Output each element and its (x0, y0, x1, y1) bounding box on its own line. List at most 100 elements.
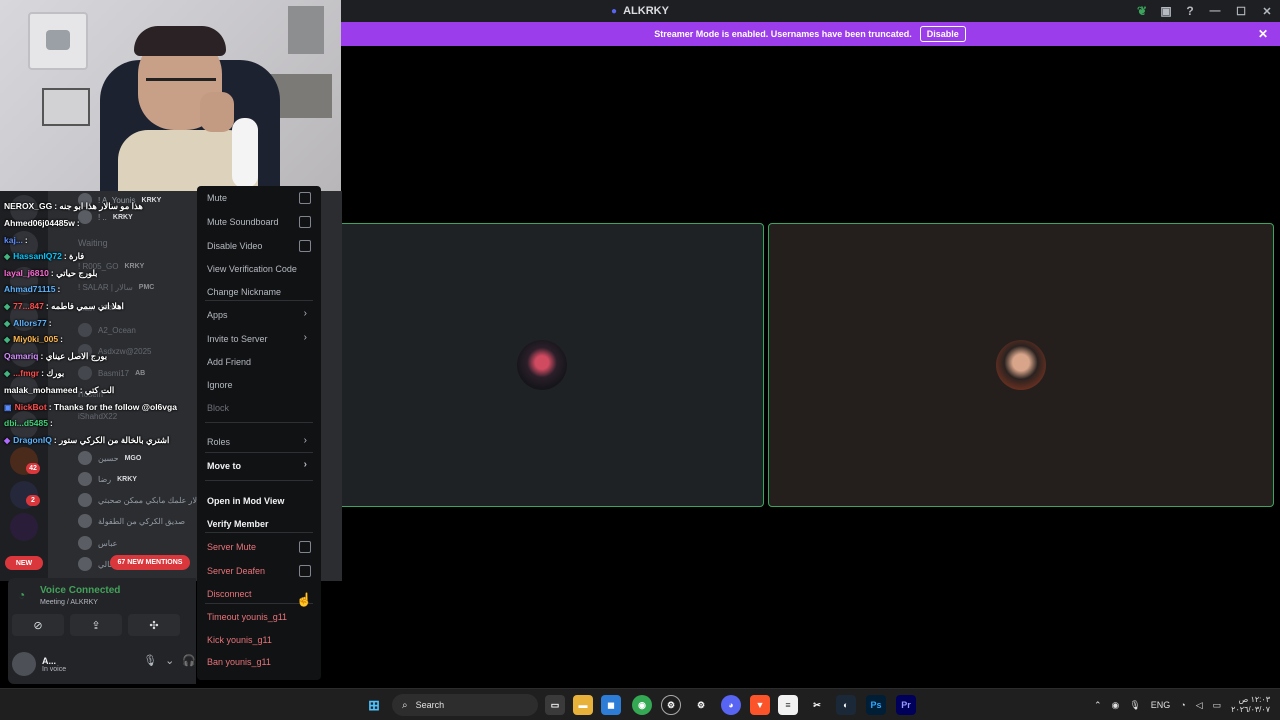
brave-icon[interactable]: ▼ (750, 695, 770, 715)
wifi-icon[interactable]: ◔ (1180, 700, 1185, 710)
settings-icon[interactable]: ⚙ (691, 695, 711, 715)
checkbox[interactable] (299, 192, 311, 204)
voice-member[interactable]: سالار علمك مابكي ممكن صحبتي (78, 491, 206, 509)
share-screen-icon[interactable]: ⇪ (70, 614, 122, 636)
help-icon[interactable]: ? (1178, 0, 1202, 22)
task-view-icon[interactable]: ▭ (545, 695, 565, 715)
wall-frame (42, 88, 90, 126)
language-indicator[interactable]: ENG (1151, 700, 1171, 710)
chat-message: Qamariq: بورج الاصل عيناي (4, 351, 108, 361)
clock[interactable]: ١٢:٠٣ ص ٢٠٢٦/٠٣/٠٧ (1231, 695, 1270, 715)
menu-item-mute-soundboard[interactable]: Mute Soundboard (197, 212, 321, 232)
voice-member[interactable]: حسين MGO (78, 449, 141, 467)
taskbar-search[interactable]: ⌕ Search (392, 694, 538, 716)
avatar (78, 514, 92, 528)
participant-tile[interactable] (768, 223, 1274, 507)
voice-member[interactable]: Basmi17 AB (78, 364, 145, 382)
participant-tile[interactable] (320, 223, 764, 507)
capcut-icon[interactable]: ✂ (807, 695, 827, 715)
menu-item-server-deafen[interactable]: Server Deafen (197, 561, 321, 581)
microphone (232, 118, 258, 188)
menu-item-ignore[interactable]: Ignore (197, 375, 321, 395)
volume-icon[interactable]: ◁ (1196, 700, 1203, 711)
file-explorer-icon[interactable]: ▬ (573, 695, 593, 715)
notice-close-icon[interactable]: ✕ (1258, 27, 1268, 41)
menu-item-timeout[interactable]: Timeout younis_g11 (197, 607, 321, 627)
menu-item-roles[interactable]: Roles › (197, 432, 321, 452)
menu-item-ban[interactable]: Ban younis_g11 (197, 652, 321, 672)
headphones-icon[interactable]: 🎧 (182, 654, 196, 667)
streamer-hand (200, 92, 234, 132)
photoshop-icon[interactable]: Ps (866, 695, 886, 715)
silver-play-button-plaque (28, 12, 88, 70)
camera-off-icon[interactable]: ⊘ (12, 614, 64, 636)
voice-member[interactable]: رضا KRKY (78, 470, 137, 488)
notepad-icon[interactable]: ≡ (778, 695, 798, 715)
voice-member[interactable]: Waiting (78, 234, 108, 252)
chevron-right-icon: › (303, 308, 307, 319)
chevron-up-icon[interactable]: ⌃ (1094, 700, 1102, 711)
streamer-glasses (146, 78, 216, 94)
menu-item-mute[interactable]: Mute (197, 188, 321, 208)
diamond-icon: ◆ (4, 436, 11, 445)
menu-item-change-nickname[interactable]: Change Nickname (197, 282, 321, 302)
wall-frame (288, 6, 324, 54)
disable-streamer-mode-button[interactable]: Disable (919, 26, 966, 42)
menu-divider (205, 452, 313, 453)
menu-item-disable-video[interactable]: Disable Video (197, 236, 321, 256)
voice-actions: ⊘ ⇪ ✣ (12, 614, 180, 636)
steam-icon[interactable]: ◐ (836, 695, 856, 715)
menu-item-add-friend[interactable]: Add Friend (197, 352, 321, 372)
new-mentions-button[interactable]: 67 NEW MENTIONS (110, 555, 190, 570)
signal-icon[interactable]: ◔ (18, 588, 25, 602)
chat-message: Ahmad71115: (4, 284, 61, 294)
tray-app-icon[interactable]: ◉ (1111, 700, 1119, 711)
checkbox[interactable] (299, 565, 311, 577)
menu-item-invite-to-server[interactable]: Invite to Server › (197, 329, 321, 349)
menu-item-server-mute[interactable]: Server Mute (197, 537, 321, 557)
microphone-icon[interactable]: 🎙 (143, 654, 157, 667)
steam-icon[interactable]: ⚙ (661, 695, 681, 715)
mention-badge: 2 (26, 495, 40, 506)
premiere-icon[interactable]: Pr (896, 695, 916, 715)
avatar (78, 472, 92, 486)
menu-item-move-to[interactable]: Move to › (197, 456, 321, 476)
menu-item-block[interactable]: Block (197, 398, 321, 418)
leaf-icon[interactable]: ❦ (1130, 0, 1154, 22)
voice-member[interactable]: غالي (78, 555, 114, 573)
menu-divider (205, 480, 313, 481)
webcam-overlay (0, 0, 341, 191)
menu-item-verify-member[interactable]: Verify Member (197, 514, 321, 534)
windows-taskbar: ⊞ ⌕ Search ▭ ▬ ◼ ◉ ⚙ ⚙ ◕ ▼ ≡ ✂ ◐ Ps Pr ⌃… (0, 688, 1280, 720)
avatar[interactable] (12, 652, 36, 676)
windows-start-icon[interactable]: ⊞ (364, 695, 384, 715)
voice-member[interactable]: صديق الكركي من الطفولة (78, 512, 185, 530)
activities-icon[interactable]: ✣ (128, 614, 180, 636)
voice-member[interactable]: A2_Ocean (78, 321, 136, 339)
menu-item-kick[interactable]: Kick younis_g11 (197, 630, 321, 650)
server-icon[interactable] (10, 513, 38, 541)
voice-channel-link[interactable]: Meeting / ALKRKY (40, 599, 98, 606)
menu-divider (205, 422, 313, 423)
chevron-down-icon[interactable]: ⌄ (165, 654, 174, 667)
minimize-icon[interactable]: — (1202, 0, 1228, 22)
checkbox[interactable] (299, 240, 311, 252)
battery-icon[interactable]: ▭ (1213, 700, 1222, 711)
discord-icon[interactable]: ◕ (721, 695, 741, 715)
menu-item-view-verification-code[interactable]: View Verification Code (197, 259, 321, 279)
voice-member[interactable]: عباس (78, 534, 117, 552)
close-icon[interactable]: ✕ (1254, 0, 1280, 22)
maximize-icon[interactable]: ☐ (1228, 0, 1254, 22)
checkbox[interactable] (299, 216, 311, 228)
chat-message: ◆ 77...847: اهلا اني سمي فاطمه (4, 301, 124, 311)
avatar (78, 366, 92, 380)
menu-item-apps[interactable]: Apps › (197, 305, 321, 325)
voice-member[interactable]: ! SALAR | سالار PMC (78, 278, 154, 296)
screen-icon[interactable]: ▣ (1154, 0, 1178, 22)
new-badge[interactable]: NEW (5, 556, 43, 570)
microphone-icon[interactable]: 🎙 (1129, 700, 1140, 711)
checkbox[interactable] (299, 541, 311, 553)
menu-item-open-in-mod-view[interactable]: Open in Mod View (197, 491, 321, 511)
chrome-icon[interactable]: ◉ (632, 695, 652, 715)
microsoft-store-icon[interactable]: ◼ (601, 695, 621, 715)
